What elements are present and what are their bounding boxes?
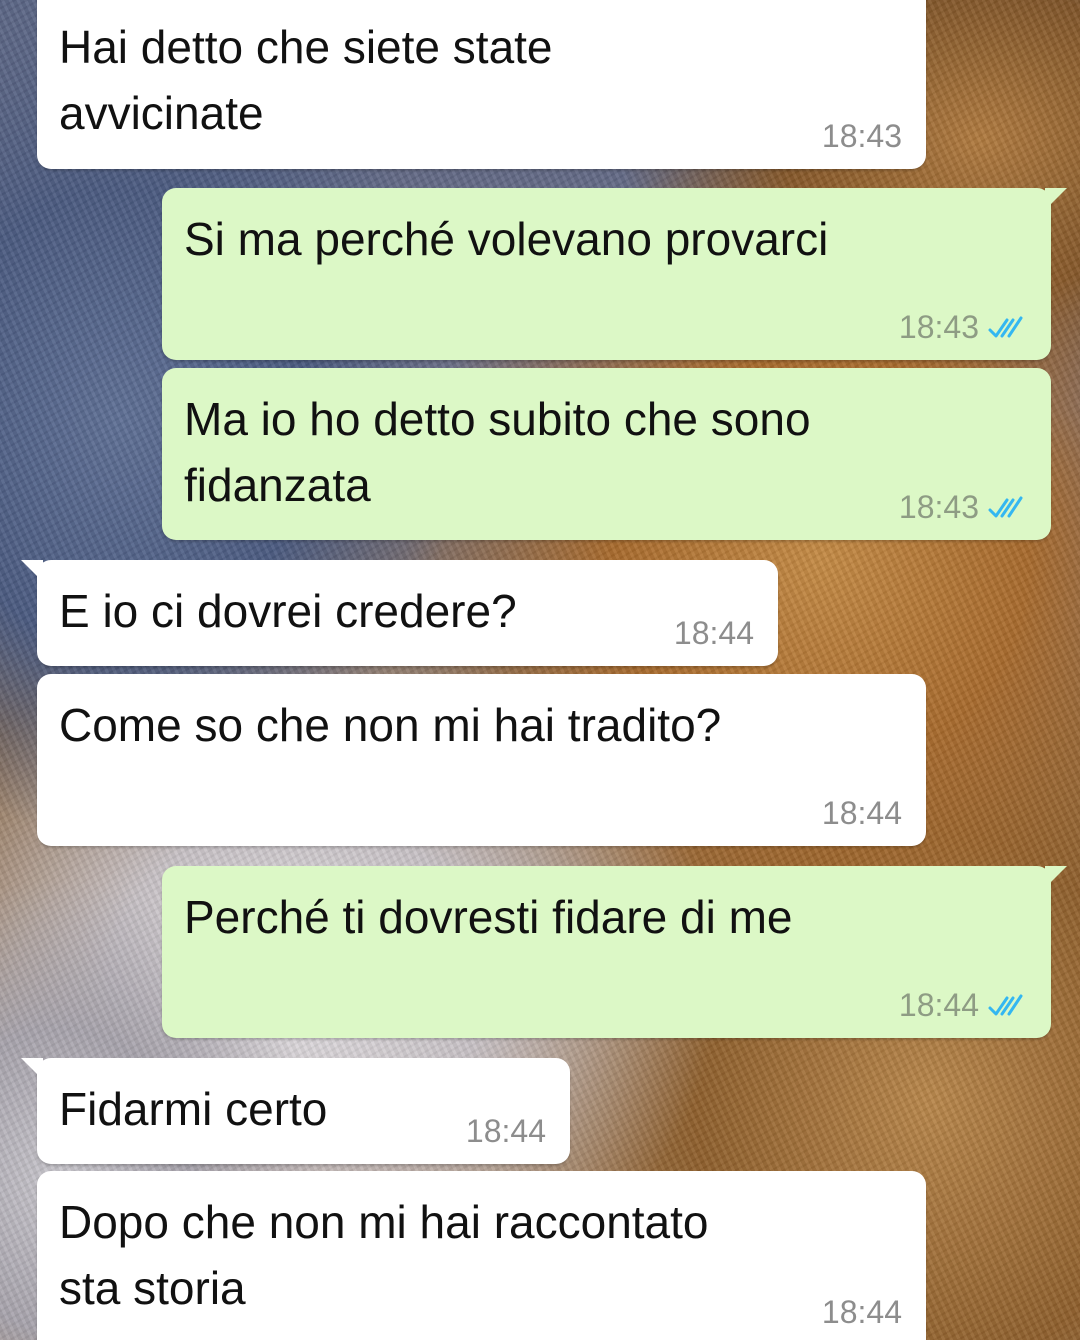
message-incoming[interactable]: Hai detto che siete state avvicinate 18:… (37, 0, 926, 169)
message-time: 18:44 (898, 987, 979, 1023)
message-time: 18:44 (673, 615, 754, 651)
message-incoming[interactable]: Come so che non mi hai tradito? 18:44 (37, 674, 926, 846)
double-check-icon (988, 496, 1023, 517)
message-meta: 18:43 (899, 309, 1027, 346)
double-check-icon (988, 994, 1023, 1015)
bubble-tail (1045, 188, 1067, 210)
bubble-tail (21, 560, 43, 582)
message-text: Perché ti dovresti fidare di me (184, 891, 793, 943)
message-outgoing[interactable]: Si ma perché volevano provarci 18:43 (162, 188, 1067, 360)
message-meta: 18:43 (899, 489, 1027, 526)
message-meta: 18:44 (899, 987, 1027, 1024)
message-time: 18:44 (465, 1113, 546, 1149)
message-time: 18:43 (821, 118, 902, 154)
bubble-tail (21, 1058, 43, 1080)
message-meta: 18:44 (822, 795, 902, 832)
message-meta: 18:44 (822, 1294, 902, 1331)
message-incoming[interactable]: Dopo che non mi hai raccontato sta stori… (37, 1171, 926, 1340)
message-incoming[interactable]: E io ci dovrei credere? 18:44 (21, 560, 778, 666)
double-check-icon (988, 316, 1023, 337)
message-time: 18:43 (898, 309, 979, 345)
message-text: Dopo che non mi hai raccontato sta stori… (59, 1196, 709, 1314)
message-meta: 18:44 (466, 1113, 546, 1150)
message-incoming[interactable]: Fidarmi certo 18:44 (21, 1058, 570, 1164)
bubble-tail (1045, 866, 1067, 888)
message-text: Hai detto che siete state avvicinate (59, 21, 553, 139)
message-text: Come so che non mi hai tradito? (59, 699, 722, 751)
message-outgoing[interactable]: Perché ti dovresti fidare di me 18:44 (162, 866, 1067, 1038)
message-time: 18:44 (821, 795, 902, 831)
message-meta: 18:44 (674, 615, 754, 652)
message-text: Si ma perché volevano provarci (184, 213, 829, 265)
message-outgoing[interactable]: Ma io ho detto subito che sono fidanzata… (162, 368, 1051, 540)
message-meta: 18:43 (822, 118, 902, 155)
message-time: 18:44 (821, 1294, 902, 1330)
message-time: 18:43 (898, 489, 979, 525)
message-text: E io ci dovrei credere? (59, 585, 517, 637)
